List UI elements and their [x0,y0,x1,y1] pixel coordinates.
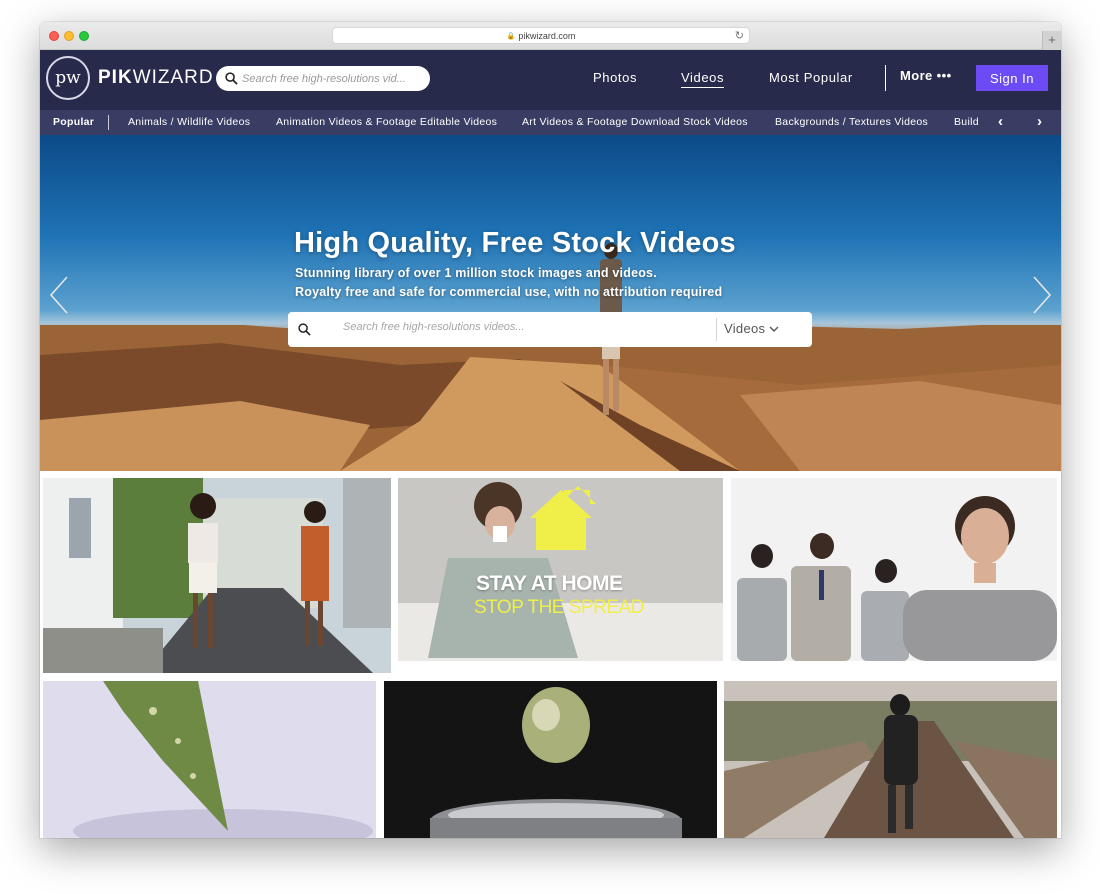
search-icon [298,323,311,336]
address-bar[interactable]: 🔒 pikwizard.com ↻ [332,27,750,44]
zoom-window-button[interactable] [79,31,89,41]
browser-toolbar: 🔒 pikwizard.com ↻ + [40,22,1061,50]
stay-at-home-title: STAY AT HOME [476,572,623,595]
nav-divider [885,65,886,91]
search-type-select[interactable]: Videos [724,321,779,336]
category-item[interactable]: Build [954,116,979,128]
nav-videos[interactable]: Videos [681,70,725,88]
business-people-image [731,478,1057,661]
stop-the-spread-subtitle: STOP THE SPREAD [474,597,644,618]
minimize-window-button[interactable] [64,31,74,41]
category-item[interactable]: Backgrounds / Textures Videos [775,116,928,128]
hero-subtitle-2: Royalty free and safe for commercial use… [295,285,723,299]
boardwalk-walker-image [724,681,1057,838]
video-thumbnail-boardwalk[interactable] [724,681,1057,838]
search-type-label: Videos [724,321,766,336]
turnip-falling-image [384,681,717,838]
browser-window: 🔒 pikwizard.com ↻ + pw PIKWIZARD Photos … [40,22,1061,838]
pikwizard-logo[interactable]: pw PIKWIZARD [46,56,214,100]
category-popular[interactable]: Popular [53,116,94,128]
woman-drinking-tea-image [398,478,723,661]
hero-next-arrow-icon[interactable] [1031,275,1053,315]
search-divider [716,318,717,341]
video-thumbnail-leaf[interactable] [43,681,376,838]
sign-in-button[interactable]: Sign In [976,65,1048,91]
video-thumbnail-scooter[interactable] [43,478,391,673]
site-header: pw PIKWIZARD Photos Videos Most Popular … [40,50,1061,110]
category-bar: Popular Animals / Wildlife Videos Animat… [40,110,1061,135]
hero-prev-arrow-icon[interactable] [48,275,70,315]
lock-icon: 🔒 [506,32,516,40]
reload-icon[interactable]: ↻ [735,29,744,42]
category-prev-arrow-icon[interactable]: ‹ [998,113,1003,130]
chevron-down-icon [769,326,779,333]
hero-title: High Quality, Free Stock Videos [294,227,736,259]
logo-mark: pw [46,56,90,100]
header-search-box[interactable] [216,66,430,91]
nav-most-popular[interactable]: Most Popular [769,70,853,85]
close-window-button[interactable] [49,31,59,41]
logo-wordmark: PIKWIZARD [98,67,214,88]
category-item[interactable]: Art Videos & Footage Download Stock Vide… [522,116,748,128]
hero-search-input[interactable] [343,321,708,333]
more-menu[interactable]: More ••• [900,68,952,83]
hero-subtitle-1: Stunning library of over 1 million stock… [295,266,657,280]
category-scroll-area [984,110,1061,135]
new-tab-button[interactable]: + [1042,31,1061,50]
search-icon [225,72,238,85]
hero-search-box[interactable]: Videos [288,312,812,347]
video-thumbnail-turnip[interactable] [384,681,717,838]
url-text: pikwizard.com [518,30,576,41]
hero-banner: High Quality, Free Stock Videos Stunning… [40,135,1061,471]
nav-photos[interactable]: Photos [593,70,637,85]
scooter-riders-image [43,478,391,673]
video-thumbnail-business[interactable] [731,478,1057,661]
category-divider [108,115,109,130]
header-search-input[interactable] [242,72,420,85]
category-item[interactable]: Animation Videos & Footage Editable Vide… [276,116,497,128]
video-thumbnail-stay-at-home[interactable]: STAY AT HOME STOP THE SPREAD [398,478,723,661]
category-next-arrow-icon[interactable]: › [1037,113,1042,130]
leaf-water-image [43,681,376,838]
category-item[interactable]: Animals / Wildlife Videos [128,116,250,128]
